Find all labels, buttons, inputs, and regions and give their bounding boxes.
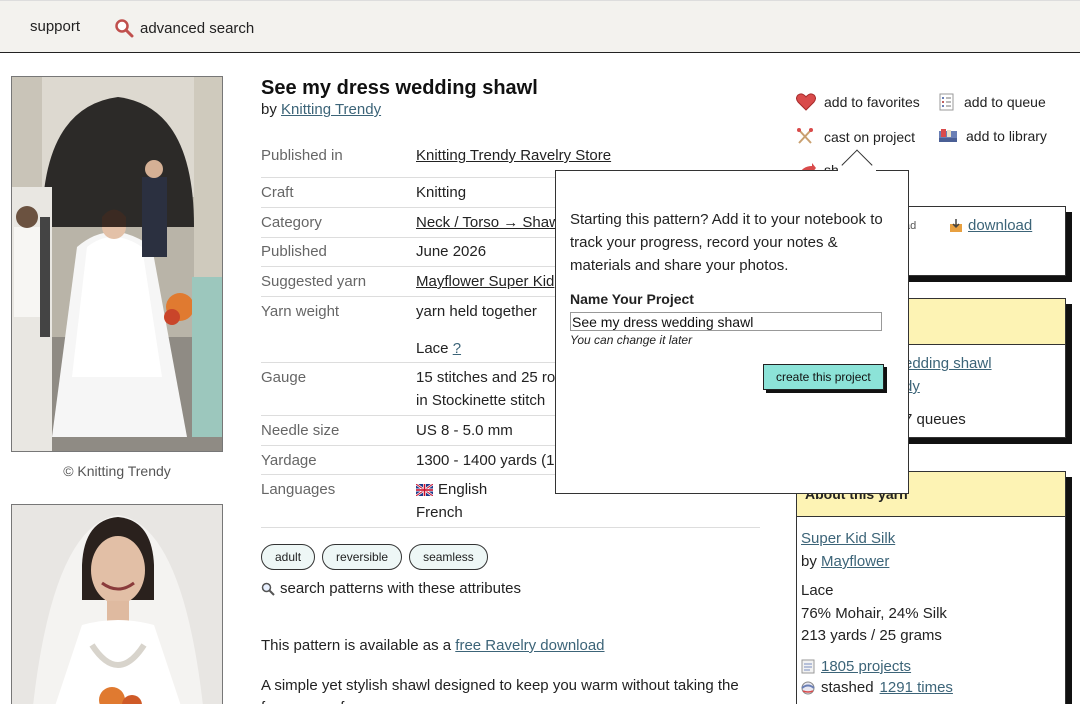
popup-intro-text: Starting this pattern? Add it to your no… [570, 211, 883, 274]
download-link-wrap[interactable]: download [949, 217, 1032, 234]
queue-list-icon [939, 93, 954, 111]
queue-label: add to queue [964, 94, 1046, 110]
yarn-brand-link[interactable]: Mayflower [821, 553, 889, 570]
availability-prefix: This pattern is available as a [261, 637, 452, 654]
detail-label: Needle size [261, 422, 340, 439]
needle-size-value: US 8 - 5.0 mm [416, 422, 513, 439]
about-yarn-panel: About this yarn Super Kid Silk by Mayflo… [796, 471, 1066, 704]
queues-count: 7 queues [904, 411, 966, 428]
detail-label: Gauge [261, 369, 307, 386]
designer-link[interactable]: Knitting Trendy [281, 101, 381, 118]
lace-label: Lace [416, 340, 449, 357]
detail-label: Published in [261, 147, 343, 164]
magnifier-icon [261, 582, 275, 596]
project-name-note: You can change it later [570, 333, 693, 347]
language-english: English [416, 481, 487, 498]
tag-adult[interactable]: adult [261, 544, 316, 570]
uk-flag-icon [416, 483, 433, 496]
yarn-weight-value: yarn held together [416, 303, 537, 320]
yarn-weight-lace: Lace ? [416, 340, 461, 357]
gauge-value: 15 stitches and 25 ro [416, 369, 556, 386]
pattern-byline: by Knitting Trendy [261, 101, 381, 118]
magnifier-icon [115, 19, 134, 38]
download-link[interactable]: download [968, 217, 1032, 234]
detail-label: Yardage [261, 452, 317, 469]
support-link[interactable]: support [30, 18, 80, 35]
free-download-link[interactable]: free Ravelry download [455, 637, 604, 654]
yarn-specs: Lace 76% Mohair, 24% Silk 213 yards / 25… [801, 580, 947, 648]
availability-text: This pattern is available as a free Rave… [261, 637, 605, 654]
yarn-by-label: by [801, 553, 817, 570]
tag-reversible[interactable]: reversible [322, 544, 403, 570]
project-name-heading: Name Your Project [570, 291, 694, 307]
yarn-projects-row: 1805 projects [801, 658, 911, 675]
by-label: by [261, 101, 277, 118]
yarn-stashed-row: stashed 1291 times [801, 679, 953, 696]
projects-notebook-icon [801, 659, 815, 674]
yarn-ball-icon [801, 681, 815, 694]
create-project-button[interactable]: create this project [763, 364, 884, 390]
yarn-fiber: 76% Mohair, 24% Silk [801, 604, 947, 622]
advanced-search-link[interactable]: advanced search [114, 18, 254, 38]
suggested-yarn-link[interactable]: Mayflower Super Kid [416, 273, 554, 290]
language-french: French [416, 504, 463, 521]
language-english-label: English [438, 481, 488, 498]
yarn-name-link[interactable]: Super Kid Silk [801, 530, 895, 547]
wedding-photo-image [12, 77, 222, 451]
pattern-photo-second[interactable] [11, 504, 223, 704]
search-attributes-label: search patterns with these attributes [280, 580, 521, 597]
pattern-name-link[interactable]: edding shawl [904, 355, 992, 372]
tag-seamless[interactable]: seamless [409, 544, 488, 570]
pattern-title: See my dress wedding shawl [261, 77, 538, 99]
project-name-input[interactable] [570, 312, 882, 331]
add-to-queue-button[interactable]: add to queue [938, 93, 1046, 111]
cast-on-label: cast on project [824, 129, 916, 145]
heart-icon [796, 93, 816, 111]
published-value: June 2026 [416, 243, 487, 260]
stashed-count-link[interactable]: 1291 times [880, 679, 953, 696]
cast-on-project-button[interactable]: cast on project [796, 128, 915, 146]
detail-label: Craft [261, 184, 294, 201]
library-books-icon [939, 129, 957, 142]
pattern-photo-main[interactable] [11, 76, 223, 452]
detail-label: Published [261, 243, 327, 260]
favorites-label: add to favorites [824, 94, 920, 110]
knitting-needles-icon [797, 128, 813, 144]
stashed-label: stashed [821, 679, 874, 696]
detail-label: Category [261, 214, 322, 231]
top-nav-bar: support advanced search [0, 0, 1080, 53]
category-link[interactable]: Neck / Torso → Shaw [416, 214, 560, 231]
yarn-weight: Lace [801, 582, 834, 599]
yarn-yardage: 213 yards / 25 grams [801, 627, 942, 644]
add-to-library-button[interactable]: add to library [938, 128, 1047, 144]
weight-help-link[interactable]: ? [453, 340, 461, 357]
attribute-tags: adult reversible seamless [261, 544, 488, 570]
yarn-name-block: Super Kid Silk by Mayflower [801, 527, 895, 573]
photo-credit: © Knitting Trendy [63, 463, 171, 479]
search-attributes-link[interactable]: search patterns with these attributes [261, 580, 521, 597]
cast-on-popup: Starting this pattern? Add it to your no… [555, 170, 909, 494]
pattern-description: A simple yet stylish shawl designed to k… [261, 677, 739, 704]
detail-label: Languages [261, 481, 336, 498]
yarn-projects-link[interactable]: 1805 projects [821, 658, 911, 675]
library-label: add to library [966, 128, 1047, 144]
published-in-link[interactable]: Knitting Trendy Ravelry Store [416, 147, 611, 164]
gauge-stitch: in Stockinette stitch [416, 392, 546, 409]
yardage-value: 1300 - 1400 yards (1 [416, 452, 555, 469]
detail-label: Yarn weight [261, 303, 340, 320]
detail-label: Suggested yarn [261, 273, 367, 290]
add-to-favorites-button[interactable]: add to favorites [796, 93, 920, 111]
download-box-icon [950, 218, 962, 232]
bride-portrait-image [12, 505, 222, 704]
craft-value: Knitting [416, 184, 467, 201]
advanced-search-label: advanced search [140, 19, 255, 37]
